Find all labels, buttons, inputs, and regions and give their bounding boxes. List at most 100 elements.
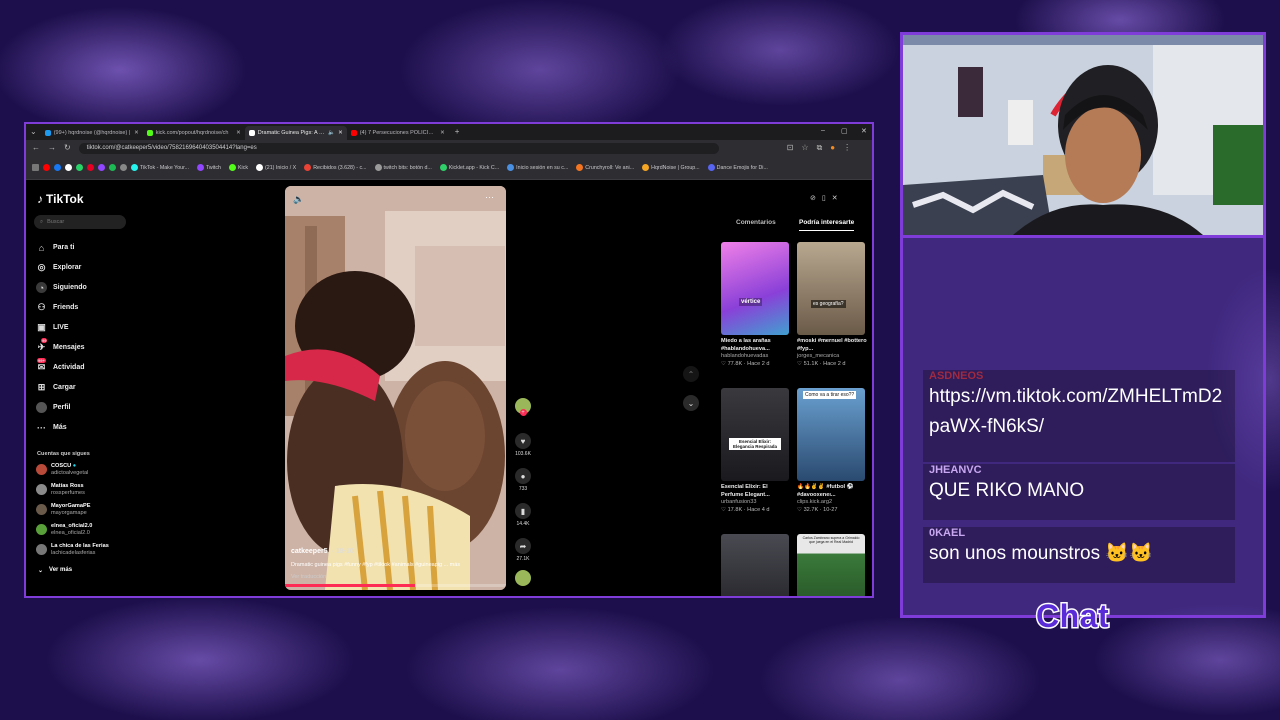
comment-button[interactable]: ● 733 <box>512 468 534 492</box>
nav-mas[interactable]: ··· Más <box>36 422 67 433</box>
url-field[interactable]: tiktok.com/@catkeeper5/video/75821696404… <box>78 142 719 154</box>
bookmark-item[interactable]: Inicio sesión en su c... <box>507 164 568 171</box>
nav-live[interactable]: ▣ LIVE <box>36 322 68 333</box>
save-button[interactable]: ▮ 14.4K <box>512 503 534 527</box>
following-account[interactable]: La chica de las Ferias lachicadelasferias <box>36 543 109 556</box>
following-account[interactable]: COSCU ● adictoalvegetal <box>36 463 88 476</box>
bookmark-favicon-icon[interactable] <box>54 164 61 171</box>
browser-tab[interactable]: (99+) hqrdnoise (@hqrdnoise) | ✕ <box>41 126 143 140</box>
bookmark-favicon-icon[interactable] <box>109 164 116 171</box>
bookmark-favicon-icon[interactable] <box>120 164 127 171</box>
bookmark-item[interactable]: Crunchyroll: Ve ani... <box>576 164 634 171</box>
menu-icon[interactable]: ⋮ <box>843 144 851 152</box>
suggestion-caption[interactable]: Miedo a las arañas #hablandohueva... habl… <box>721 338 791 368</box>
apps-icon[interactable] <box>32 164 39 171</box>
tab-audio-icon[interactable]: 🔈 <box>328 130 335 136</box>
video-author[interactable]: catkeeper5 <box>291 548 328 555</box>
chat-username: JHEANVC <box>929 464 982 476</box>
see-more-button[interactable]: ⌄ Ver más <box>38 567 72 574</box>
bookmark-favicon-icon[interactable] <box>87 164 94 171</box>
suggestion-thumbnail[interactable]: Como va a tirar eso?? <box>797 388 865 481</box>
previous-video-button[interactable]: ⌃ <box>683 366 699 382</box>
nav-para-ti[interactable]: ⌂ Para ti <box>36 242 75 253</box>
window-close-icon[interactable]: ✕ <box>861 127 867 135</box>
suggestion-thumbnail[interactable]: vértice <box>721 242 789 335</box>
suggestion-thumbnail[interactable]: Carlos Zambrano supera a Grimaldo que ju… <box>797 534 865 596</box>
browser-tab[interactable]: (4) 7 Persecuciones POLICIALES ✕ <box>347 126 449 140</box>
video-player[interactable]: 🔈 ··· catkeeper5 · 18-10 Dramatic guinea … <box>285 186 506 590</box>
suggestion-caption[interactable]: #moski #mernuel #bottero #fyp... jorges_m… <box>797 338 867 368</box>
suggestion-caption[interactable]: Esencial Elixir: El Perfume Elegant... ur… <box>721 484 791 514</box>
bookmark-item[interactable]: (21) Inicio / X <box>256 164 296 171</box>
chat-message: ASDNEOS https://vm.tiktok.com/ZMHELTmD2p… <box>923 370 1235 462</box>
chat-message-text[interactable]: https://vm.tiktok.com/ZMHELTmD2paWX-fN6k… <box>929 382 1229 442</box>
nav-perfil[interactable]: Perfil <box>36 402 71 413</box>
nav-actividad[interactable]: ✉ 99+ Actividad <box>36 358 85 373</box>
bookmark-item[interactable]: Twitch <box>196 164 221 171</box>
nav-siguiendo[interactable]: ◔ Siguiendo <box>36 282 87 293</box>
nav-explorar[interactable]: ◎ Explorar <box>36 262 82 273</box>
following-account[interactable]: elnea_oficial2.0 elnea_oficial2.0 <box>36 523 92 536</box>
browser-tab-active[interactable]: Dramatic Guinea Pigs: A F... 🔈 ✕ <box>244 126 347 140</box>
device-icon[interactable]: ▯ <box>822 194 826 206</box>
tab-close-icon[interactable]: ✕ <box>440 130 445 136</box>
like-button[interactable]: ♥ 103.6K <box>512 433 534 457</box>
bookmark-favicon-icon[interactable] <box>76 164 83 171</box>
close-panel-icon[interactable]: ✕ <box>832 194 838 206</box>
bookmark-item[interactable]: twitch bits: botón d... <box>374 164 432 171</box>
see-more-label: Ver más <box>49 567 73 573</box>
activity-badge: 99+ <box>37 358 46 363</box>
suggestion-thumbnail[interactable] <box>721 534 789 596</box>
reload-icon[interactable]: ↻ <box>64 144 71 152</box>
nav-cargar[interactable]: ⊞ Cargar <box>36 382 76 393</box>
next-video-button[interactable]: ⌄ <box>683 395 699 411</box>
following-account[interactable]: Matías Ross rossperfumes <box>36 483 85 496</box>
translate-link[interactable]: Ver traducción <box>291 574 326 580</box>
browser-tab[interactable]: kick.com/popout/hqrdnoise/ch ✕ <box>143 126 245 140</box>
sound-disc-button[interactable] <box>512 570 534 588</box>
bookmark-star-icon[interactable]: ☆ <box>801 144 808 152</box>
bookmark-favicon-icon[interactable] <box>98 164 105 171</box>
tab-close-icon[interactable]: ✕ <box>236 130 241 136</box>
bookmark-item[interactable]: HqrdNoise | Group... <box>642 164 700 171</box>
share-button[interactable]: ➦ 27.1K <box>512 538 534 562</box>
tab-comentarios[interactable]: Comentarios <box>736 219 776 226</box>
bookmark-item[interactable]: Kick <box>228 164 248 171</box>
suggestion-user: hablandohuevadas <box>721 353 769 360</box>
maximize-icon[interactable]: ▢ <box>841 127 848 135</box>
follow-plus-icon[interactable]: + <box>519 409 527 416</box>
extensions-icon[interactable]: ⧉ <box>817 144 823 152</box>
creator-avatar-button[interactable]: + <box>512 398 534 416</box>
install-icon[interactable]: ⊡ <box>787 144 794 152</box>
suggestion-user: jorges_mecanica <box>797 353 840 360</box>
block-icon[interactable]: ⊘ <box>810 194 816 206</box>
suggestion-caption[interactable]: 🔥🔥✌️✌️ #futbol ⚽ #davooxeneı... clips.kic… <box>797 484 867 514</box>
tab-podria-interesarte[interactable]: Podría interesarte <box>799 219 855 231</box>
bookmark-favicon-icon[interactable] <box>65 164 72 171</box>
kick-icon <box>228 164 236 171</box>
suggestion-thumbnail[interactable]: Esencial Elixir: Elegancia Respirada <box>721 388 789 481</box>
tab-search-icon[interactable]: ⌄ <box>30 128 37 136</box>
bookmark-favicon-icon[interactable] <box>43 164 50 171</box>
tab-close-icon[interactable]: ✕ <box>338 130 343 136</box>
nav-mensajes[interactable]: ✈ 99 Mensajes <box>36 338 85 353</box>
bookmark-item[interactable]: Recibidos (3.628) - c... <box>304 164 367 171</box>
bookmark-item[interactable]: Kicklet.app - Kick C... <box>439 164 499 171</box>
tab-close-icon[interactable]: ✕ <box>134 130 139 136</box>
bookmark-icon: ▮ <box>515 503 531 519</box>
video-more-icon[interactable]: ··· <box>485 192 494 202</box>
bookmark-item[interactable]: Dance Emojis for Di... <box>707 164 768 171</box>
back-icon[interactable]: ← <box>32 144 40 152</box>
search-input[interactable]: ⌕ Buscar <box>34 215 126 229</box>
new-tab-icon[interactable]: + <box>455 128 460 136</box>
forward-icon[interactable]: → <box>48 144 56 152</box>
bookmark-item[interactable]: TikTok - Make Your... <box>131 164 189 171</box>
minimize-icon[interactable]: – <box>821 127 825 134</box>
suggestion-thumbnail[interactable]: es geografía? <box>797 242 865 335</box>
volume-icon[interactable]: 🔈 <box>293 194 304 205</box>
nav-label: Explorar <box>53 264 82 271</box>
profile-avatar-icon[interactable]: ● <box>830 144 835 152</box>
tiktok-logo[interactable]: ♪ TikTok <box>37 192 84 206</box>
following-account[interactable]: MayorGamaPE mayorgamape <box>36 503 90 516</box>
nav-friends[interactable]: ⚇ Friends <box>36 302 78 313</box>
